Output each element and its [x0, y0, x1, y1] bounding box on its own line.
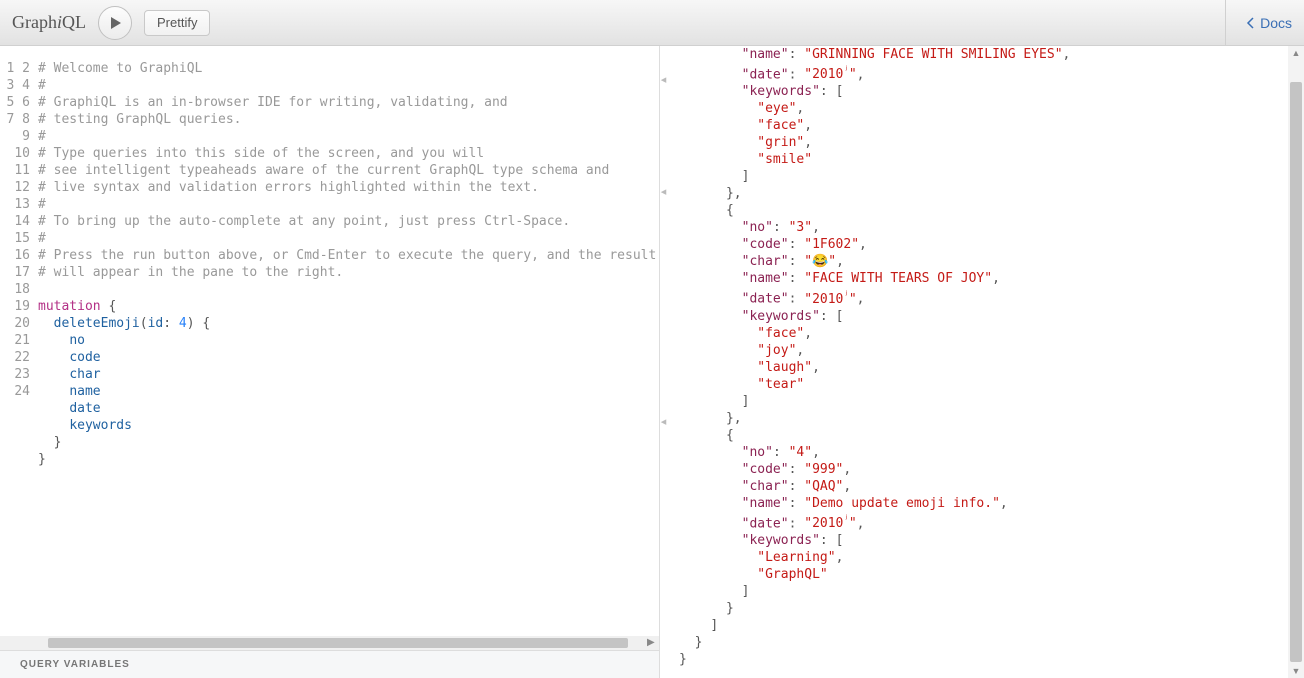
app-logo: GraphiQL	[12, 12, 86, 33]
vscroll-up-icon[interactable]: ▲	[1291, 48, 1301, 58]
docs-label: Docs	[1260, 15, 1292, 31]
result-vscrollbar[interactable]: ▲ ▼	[1288, 46, 1304, 678]
vscroll-down-icon[interactable]: ▼	[1291, 666, 1301, 676]
docs-toggle[interactable]: Docs	[1225, 0, 1292, 45]
hscroll-right-icon[interactable]: ▶	[647, 638, 657, 648]
run-button[interactable]	[98, 6, 132, 40]
query-editor-column: 1 2 3 4 5 6 7 8 9 10 11 12 13 14 15 16 1…	[0, 46, 660, 678]
play-icon	[108, 16, 122, 30]
result-scroll[interactable]: "name": "GRINNING FACE WITH SMILING EYES…	[669, 46, 1304, 678]
result-column: "name": "GRINNING FACE WITH SMILING EYES…	[669, 46, 1304, 678]
query-editor[interactable]: 1 2 3 4 5 6 7 8 9 10 11 12 13 14 15 16 1…	[0, 46, 659, 636]
query-variables-header[interactable]: Query Variables	[0, 650, 659, 678]
hscroll-thumb[interactable]	[48, 638, 628, 648]
splitter-handle-icon: ◂	[660, 74, 667, 114]
prettify-button[interactable]: Prettify	[144, 10, 210, 36]
line-gutter: 1 2 3 4 5 6 7 8 9 10 11 12 13 14 15 16 1…	[0, 60, 38, 636]
splitter-handle-icon: ◂	[660, 416, 667, 456]
chevron-left-icon	[1246, 17, 1256, 29]
query-code[interactable]: # Welcome to GraphiQL # # GraphiQL is an…	[38, 60, 659, 636]
vscroll-thumb[interactable]	[1290, 82, 1302, 662]
topbar: GraphiQL Prettify Docs	[0, 0, 1304, 46]
result-json: "name": "GRINNING FACE WITH SMILING EYES…	[679, 46, 1304, 668]
editor-hscrollbar[interactable]: ▶	[0, 636, 659, 650]
splitter-handle-icon: ◂	[660, 186, 667, 226]
main: 1 2 3 4 5 6 7 8 9 10 11 12 13 14 15 16 1…	[0, 46, 1304, 678]
column-splitter[interactable]: ◂ ◂ ◂	[660, 46, 669, 678]
